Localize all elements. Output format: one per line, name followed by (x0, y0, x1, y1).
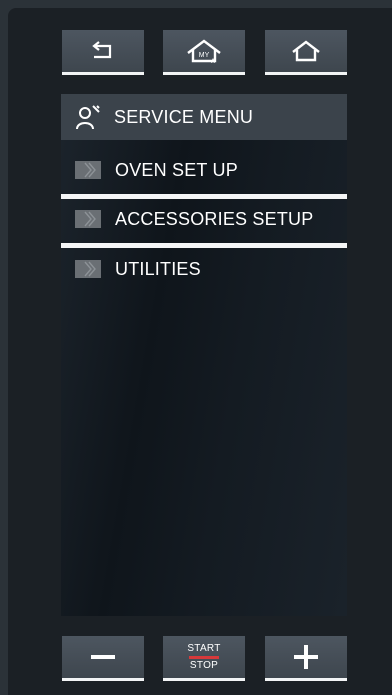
my-home-text: MY (199, 52, 210, 59)
plus-button[interactable] (265, 636, 347, 681)
my-home-icon: MY (187, 39, 221, 63)
chevron-right-double-icon (75, 210, 101, 228)
chevron-right-double-icon (75, 161, 101, 179)
service-menu-header: SERVICE MENU (61, 94, 347, 140)
service-menu-title: SERVICE MENU (114, 106, 254, 127)
menu-item-oven-setup[interactable]: OVEN SET UP (61, 146, 347, 199)
service-wrench-person-icon (76, 105, 100, 130)
back-arrow-icon (92, 41, 112, 59)
menu-item-accessories-setup[interactable]: ACCESSORIES SETUP (61, 195, 347, 248)
home-button[interactable] (265, 30, 347, 75)
menu-item-label: UTILITIES (115, 258, 201, 279)
chevron-right-double-icon (75, 260, 101, 278)
start-stop-divider (189, 655, 219, 659)
start-stop-button[interactable]: START STOP (163, 636, 245, 681)
start-label: START (187, 642, 221, 654)
home-icon (292, 40, 320, 62)
stop-label: STOP (189, 659, 219, 671)
menu-item-label: OVEN SET UP (115, 159, 238, 180)
my-home-button[interactable]: MY (163, 30, 245, 75)
menu-item-label: ACCESSORIES SETUP (115, 208, 314, 229)
plus-icon (294, 645, 318, 669)
minus-icon (91, 655, 115, 659)
menu-item-utilities[interactable]: UTILITIES (61, 246, 347, 292)
minus-button[interactable] (62, 636, 144, 681)
back-button[interactable] (62, 30, 144, 75)
